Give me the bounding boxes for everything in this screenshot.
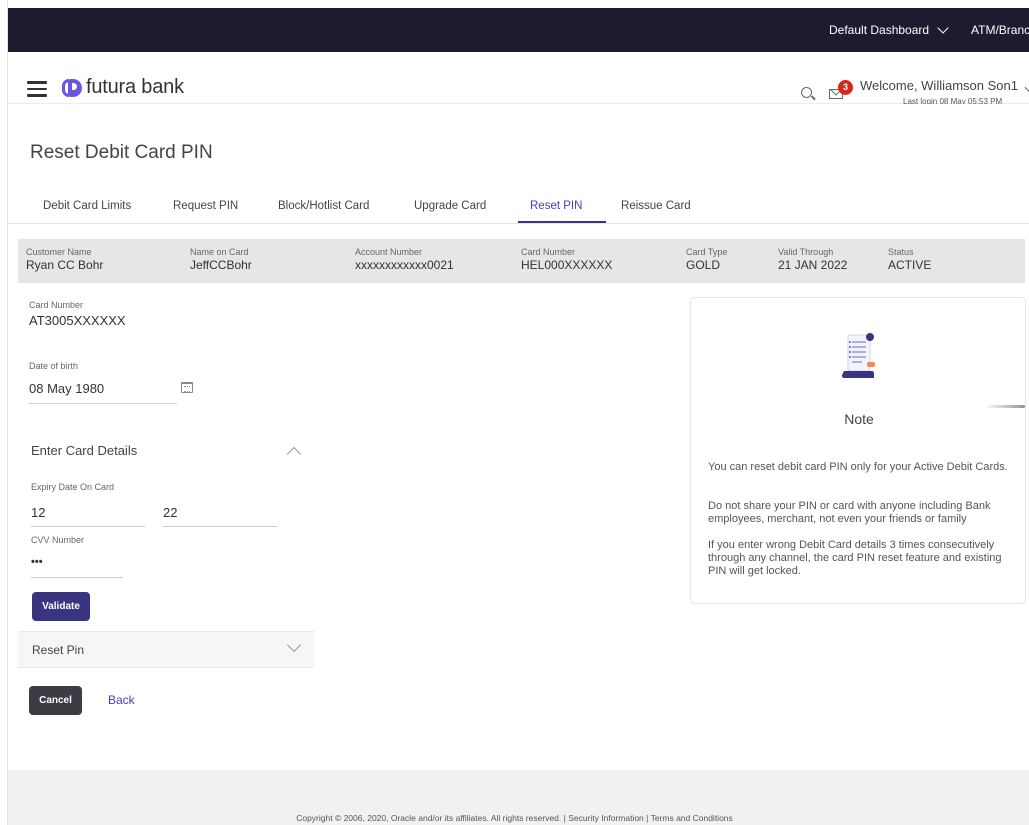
tab-debit-card-limits[interactable]: Debit Card Limits bbox=[43, 200, 131, 212]
note-title: Note bbox=[844, 411, 874, 427]
brand-logo[interactable]: futura bank bbox=[62, 76, 184, 99]
note-line-3: If you enter wrong Debit Card details 3 … bbox=[708, 539, 1002, 577]
tab-block-hotlist-card[interactable]: Block/Hotlist Card bbox=[278, 200, 369, 212]
note-line-1: You can reset debit card PIN only for yo… bbox=[708, 461, 1008, 473]
card-number-label: Card Number bbox=[521, 247, 576, 257]
header: futura bank 3 Welcome, Williamson Son1 L… bbox=[8, 52, 1029, 106]
tab-bar: Debit Card Limits Request PIN Block/Hotl… bbox=[8, 190, 1029, 224]
page-title: Reset Debit Card PIN bbox=[30, 142, 213, 163]
security-information-link[interactable]: Security Information bbox=[568, 813, 644, 823]
dashboard-label: Default Dashboard bbox=[829, 23, 930, 37]
top-bar: Default Dashboard ATM/Branch bbox=[8, 8, 1029, 52]
card-number-field-value: AT3005XXXXXX bbox=[29, 313, 126, 328]
tab-request-pin[interactable]: Request PIN bbox=[173, 200, 238, 212]
terms-and-conditions-link[interactable]: Terms and Conditions bbox=[651, 813, 733, 823]
back-link[interactable]: Back bbox=[108, 693, 135, 707]
customer-name-value: Ryan CC Bohr bbox=[26, 258, 104, 272]
menu-icon[interactable] bbox=[27, 81, 47, 97]
dob-input[interactable]: 08 May 1980 bbox=[29, 381, 104, 396]
atm-branch-link[interactable]: ATM/Branch bbox=[971, 23, 1029, 37]
expiry-date-label: Expiry Date On Card bbox=[31, 482, 115, 492]
scroll-indicator bbox=[985, 405, 1025, 408]
name-on-card-info: Name on Card JeffCCBohr bbox=[190, 247, 252, 272]
tab-reset-pin[interactable]: Reset PIN bbox=[530, 200, 582, 212]
reset-pin-heading: Reset Pin bbox=[32, 643, 85, 657]
enter-card-details-heading[interactable]: Enter Card Details bbox=[31, 443, 137, 458]
calendar-icon[interactable] bbox=[181, 382, 193, 393]
account-number-label: Account Number bbox=[355, 247, 423, 257]
card-type-value: GOLD bbox=[686, 258, 721, 272]
dob-label: Date of birth bbox=[29, 361, 79, 371]
validate-button[interactable]: Validate bbox=[32, 592, 90, 621]
name-on-card-label: Name on Card bbox=[190, 247, 249, 257]
reset-pin-section[interactable]: Reset Pin bbox=[18, 631, 314, 668]
tab-upgrade-card[interactable]: Upgrade Card bbox=[414, 200, 486, 212]
card-number-field-label: Card Number bbox=[29, 300, 84, 310]
cvv-underline bbox=[31, 577, 123, 578]
card-number-value: HEL000XXXXXX bbox=[521, 258, 613, 272]
card-number-info: Card Number HEL000XXXXXX bbox=[521, 247, 612, 272]
copyright-text: Copyright © 2006, 2020, Oracle and/or it… bbox=[296, 813, 562, 823]
card-info-bar: Customer Name Ryan CC Bohr Name on Card … bbox=[18, 239, 1025, 283]
expiry-year-underline bbox=[163, 526, 277, 527]
expiry-year-input[interactable]: 22 bbox=[163, 505, 177, 520]
status-value: ACTIVE bbox=[888, 258, 932, 272]
brand-name: futura bank bbox=[86, 76, 184, 98]
account-number-value: xxxxxxxxxxxx0021 bbox=[355, 258, 454, 272]
document-illustration-icon bbox=[842, 333, 875, 378]
welcome-text[interactable]: Welcome, Williamson Son1 bbox=[860, 78, 1018, 93]
cvv-input[interactable]: ••• bbox=[31, 556, 43, 568]
futura-logo-icon bbox=[62, 78, 82, 98]
tab-reissue-card[interactable]: Reissue Card bbox=[621, 200, 691, 212]
chevron-down-icon[interactable] bbox=[1024, 82, 1029, 93]
card-type-label: Card Type bbox=[686, 247, 728, 257]
note-card: Note You can reset debit card PIN only f… bbox=[690, 297, 1026, 604]
valid-through-info: Valid Through 21 JAN 2022 bbox=[778, 247, 847, 272]
footer: Copyright © 2006, 2020, Oracle and/or it… bbox=[296, 813, 733, 823]
card-type-info: Card Type GOLD bbox=[686, 247, 727, 272]
valid-through-label: Valid Through bbox=[778, 247, 834, 257]
status-info: Status ACTIVE bbox=[888, 247, 931, 272]
search-icon[interactable] bbox=[801, 87, 812, 98]
active-tab-indicator bbox=[518, 221, 606, 223]
customer-name-info: Customer Name Ryan CC Bohr bbox=[26, 247, 103, 272]
cvv-label: CVV Number bbox=[31, 535, 85, 545]
name-on-card-value: JeffCCBohr bbox=[190, 258, 252, 272]
window-edge bbox=[0, 0, 8, 825]
expiry-month-input[interactable]: 12 bbox=[31, 505, 45, 520]
dashboard-selector[interactable]: Default Dashboard bbox=[829, 22, 949, 37]
notification-badge[interactable]: 3 bbox=[838, 80, 853, 95]
chevron-down-icon bbox=[937, 22, 949, 34]
expiry-month-underline bbox=[31, 526, 145, 527]
dob-underline bbox=[29, 403, 177, 404]
note-line-2: Do not share your PIN or card with anyon… bbox=[708, 500, 991, 525]
account-number-info: Account Number xxxxxxxxxxxx0021 bbox=[355, 247, 454, 272]
cancel-button[interactable]: Cancel bbox=[29, 686, 82, 715]
customer-name-label: Customer Name bbox=[26, 247, 92, 257]
status-label: Status bbox=[888, 247, 914, 257]
valid-through-value: 21 JAN 2022 bbox=[778, 258, 848, 272]
